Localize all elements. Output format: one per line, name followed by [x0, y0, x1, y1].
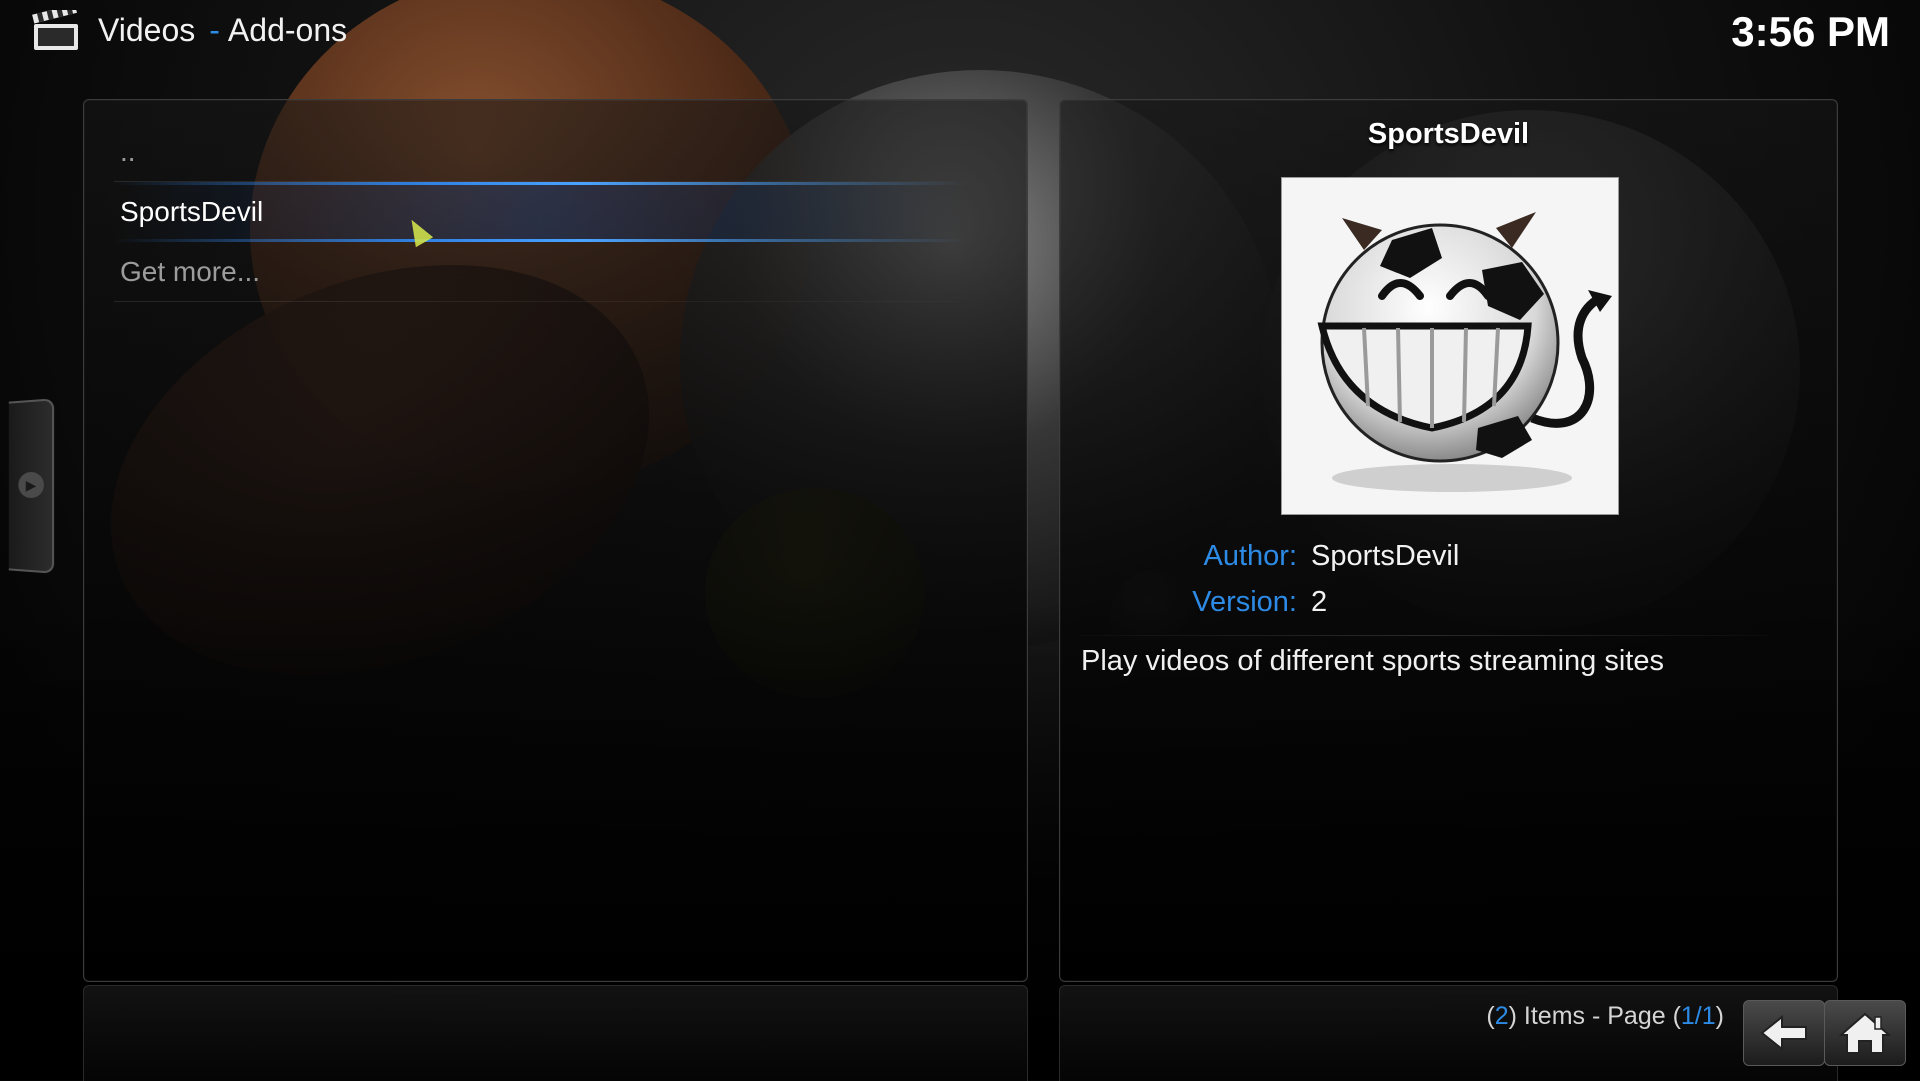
version-value: 2: [1311, 586, 1328, 618]
back-button[interactable]: [1743, 1000, 1825, 1066]
list-item-label: ..: [120, 136, 136, 167]
page-info-close: ): [1715, 1002, 1724, 1030]
details-divider: [1080, 635, 1767, 636]
author-value: SportsDevil: [1311, 540, 1460, 572]
breadcrumb-separator: -: [209, 12, 220, 48]
page-info: (2) Items - Page (1/1): [1486, 1002, 1724, 1031]
list-item-label: Get more...: [120, 256, 261, 287]
breadcrumb-subsection: Add-ons: [227, 12, 348, 48]
addon-metadata: Author: SportsDevil Version: 2: [1060, 540, 1837, 632]
file-list-panel: .. SportsDevil Get more...: [83, 99, 1028, 982]
clapperboard-icon: [32, 10, 78, 50]
list-item-get-more[interactable]: Get more...: [84, 242, 1027, 302]
page-number: 1/1: [1680, 1002, 1716, 1030]
addon-thumbnail: [1281, 177, 1619, 515]
chevron-right-icon: ▶: [18, 471, 44, 499]
addon-title: SportsDevil: [1367, 118, 1530, 150]
footer-panel-right: [1059, 985, 1838, 1081]
side-menu-tab[interactable]: ▶: [8, 398, 55, 574]
author-label: Author:: [1203, 540, 1298, 572]
list-divider: [114, 301, 957, 302]
addon-info-panel: SportsDevil Author: SportsDevil Version:…: [1059, 99, 1838, 982]
file-list: .. SportsDevil Get more...: [84, 122, 1027, 302]
version-label: Version:: [1192, 586, 1297, 618]
author-row: Author: SportsDevil: [1060, 540, 1837, 586]
sportsdevil-logo-icon: [1317, 212, 1612, 492]
footer-panel-left: [83, 985, 1028, 1081]
selection-glow-top: [114, 182, 967, 185]
back-arrow-icon: [1760, 1014, 1807, 1052]
addon-description: Play videos of different sports streamin…: [1081, 645, 1664, 677]
list-item-sportsdevil[interactable]: SportsDevil: [84, 182, 1027, 242]
breadcrumb: Videos - Add-ons: [98, 12, 347, 49]
list-item-parent[interactable]: ..: [84, 122, 1027, 182]
list-item-label: SportsDevil: [120, 196, 264, 227]
breadcrumb-section: Videos: [98, 12, 196, 48]
header: Videos - Add-ons 3:56 PM: [0, 0, 1920, 70]
version-row: Version: 2: [1060, 586, 1837, 632]
page-info-open: (: [1486, 1002, 1495, 1030]
page-info-text: ) Items - Page (: [1508, 1002, 1681, 1030]
clock: 3:56 PM: [1731, 8, 1890, 55]
home-icon: [1839, 1012, 1891, 1054]
item-count: 2: [1494, 1002, 1509, 1030]
home-button[interactable]: [1824, 1000, 1906, 1066]
